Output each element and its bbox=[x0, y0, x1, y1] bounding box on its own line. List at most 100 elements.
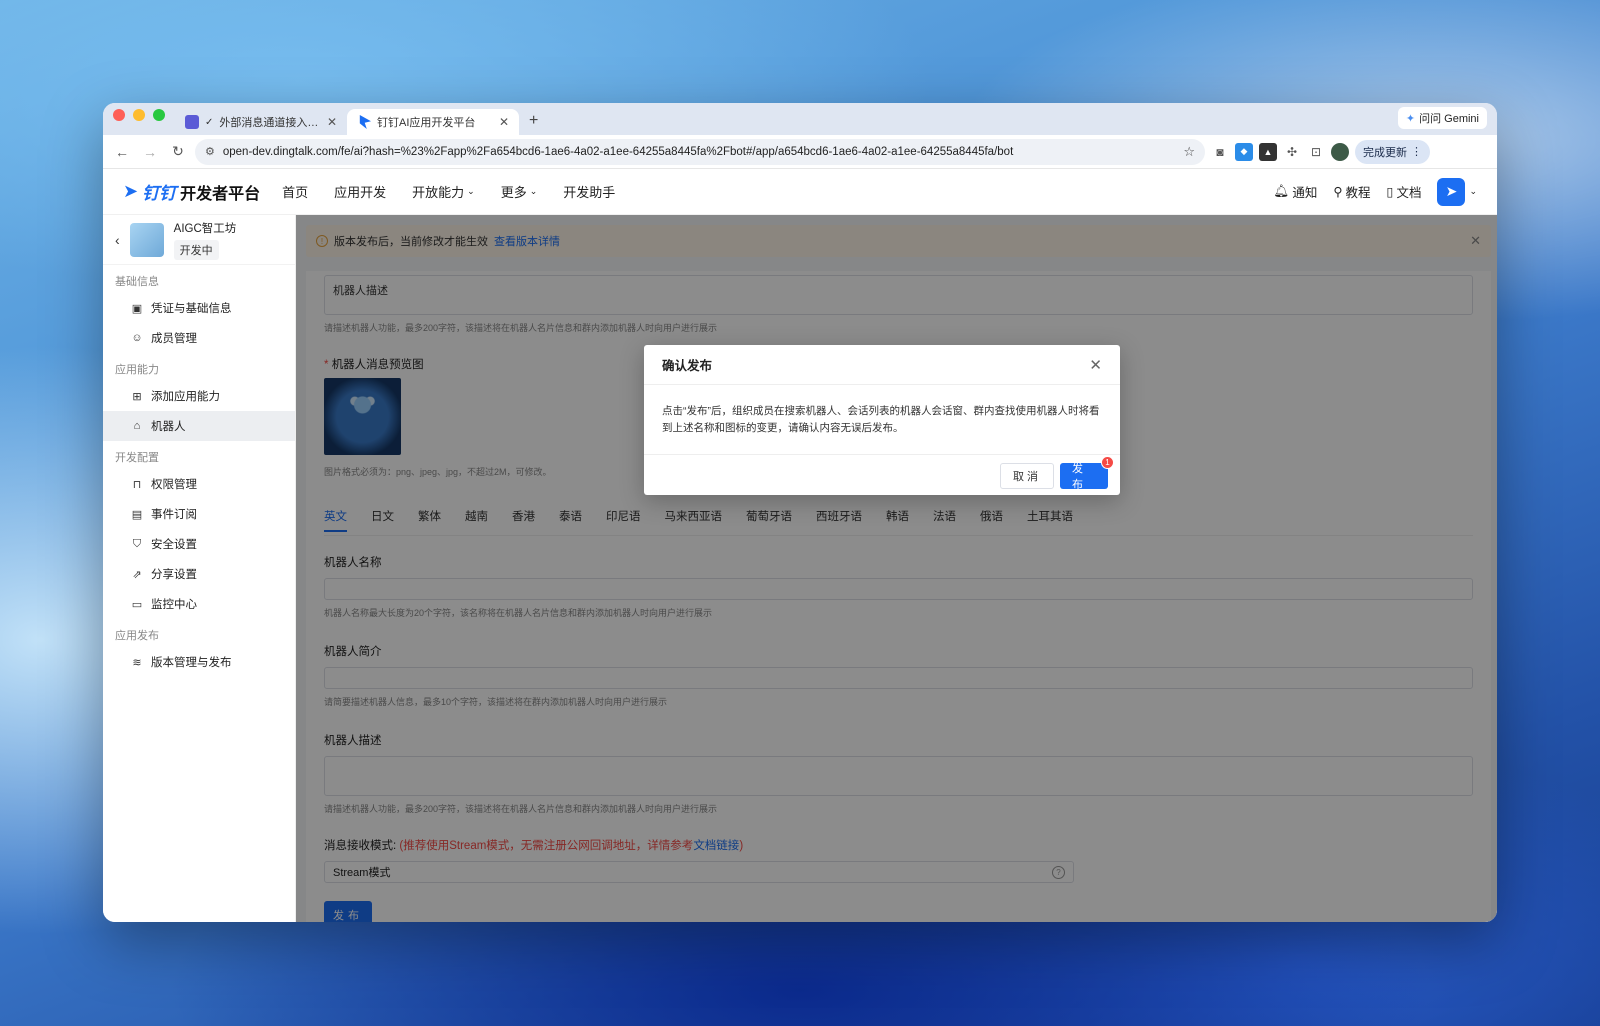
tab-prefix: ✓ bbox=[205, 116, 214, 128]
tutorial-link[interactable]: ⚲ 教程 bbox=[1333, 182, 1370, 201]
close-window-button[interactable] bbox=[113, 109, 125, 121]
sidebar-item-label: 分享设置 bbox=[151, 569, 197, 581]
tab-title: 外部消息通道接入配置指南 bbox=[219, 117, 321, 129]
tab-close-icon[interactable]: ✕ bbox=[499, 115, 509, 129]
extension-blue-icon[interactable]: ◆ bbox=[1235, 142, 1253, 161]
tab-favicon-icon bbox=[185, 115, 199, 129]
dingtalk-bird-icon: ➤ bbox=[123, 181, 139, 201]
app-info: AIGC智工坊 开发中 bbox=[173, 220, 237, 260]
sidebar-item-versions[interactable]: ≋ 版本管理与发布 bbox=[103, 647, 295, 677]
notifications-link[interactable]: 🔔︎ 通知 bbox=[1273, 182, 1317, 201]
minimize-window-button[interactable] bbox=[133, 109, 145, 121]
bookmark-star-icon[interactable]: ☆ bbox=[1183, 144, 1195, 160]
site-settings-icon[interactable]: ⚙ bbox=[205, 145, 215, 158]
layers-icon: ≋ bbox=[132, 656, 142, 669]
app-name: AIGC智工坊 bbox=[173, 222, 237, 235]
book-icon: ▯ bbox=[1386, 185, 1394, 199]
new-tab-button[interactable]: + bbox=[519, 112, 548, 135]
user-menu[interactable]: ➤ ⌄ bbox=[1437, 177, 1477, 206]
sidebar-item-label: 凭证与基础信息 bbox=[151, 303, 232, 315]
credential-icon: ▣ bbox=[131, 302, 143, 315]
modal-overlay[interactable] bbox=[296, 215, 1497, 922]
logo-mark: 钉钉 bbox=[142, 184, 177, 203]
confirm-publish-button[interactable]: 发布 1 bbox=[1060, 456, 1114, 491]
sidebar-item-label: 事件订阅 bbox=[151, 509, 197, 521]
nav-label: 开放能力 bbox=[412, 185, 465, 200]
dingtalk-logo[interactable]: ➤ 钉钉 开发者平台 bbox=[123, 179, 260, 204]
app-card: ‹ AIGC智工坊 开发中 bbox=[103, 215, 295, 265]
gemini-label: 问问 Gemini bbox=[1419, 113, 1479, 125]
sidebar-item-label: 成员管理 bbox=[151, 333, 197, 345]
tab-search-icon[interactable]: ⊡ bbox=[1307, 143, 1325, 161]
update-button[interactable]: 完成更新 ⋮ bbox=[1355, 139, 1430, 164]
reload-icon[interactable]: ↻ bbox=[167, 143, 189, 160]
top-navigation: 首页 应用开发 开放能力 ⌄ 更多 ⌄ 开发助手 bbox=[282, 182, 615, 201]
chevron-down-icon: ⌄ bbox=[467, 186, 475, 196]
shield-icon: ⛉ bbox=[132, 537, 142, 550]
user-icon: ☺ bbox=[131, 332, 143, 344]
back-chevron-icon[interactable]: ‹ bbox=[115, 232, 120, 248]
sidebar-item-add-capability[interactable]: ⊞ 添加应用能力 bbox=[103, 381, 295, 411]
address-toolbar: ← → ↻ ⚙ open-dev.dingtalk.com/fe/ai?hash… bbox=[103, 135, 1497, 169]
nav-group-publish: 应用发布 bbox=[115, 630, 159, 642]
sidebar-item-security[interactable]: ⛉ 安全设置 bbox=[103, 529, 295, 559]
dingtalk-favicon-icon bbox=[359, 115, 371, 129]
logo-text: 开发者平台 bbox=[180, 185, 261, 203]
modal-footer: 取消 发布 1 bbox=[644, 455, 1120, 497]
sidebar: ‹ AIGC智工坊 开发中 基础信息 ▣ 凭证与基础信息 ☺ 成员管理 应用能力 ⊞… bbox=[103, 215, 296, 922]
url-text: open-dev.dingtalk.com/fe/ai?hash=%23%2Fa… bbox=[222, 145, 1014, 158]
nav-group-dev-config: 开发配置 bbox=[115, 452, 159, 464]
back-arrow-icon[interactable]: ← bbox=[111, 144, 133, 160]
step-badge: 1 bbox=[1101, 456, 1114, 469]
sidebar-item-events[interactable]: ▤ 事件订阅 bbox=[103, 499, 295, 529]
chevron-down-icon: ⌄ bbox=[1469, 186, 1477, 196]
grid-add-icon: ⊞ bbox=[132, 390, 142, 403]
docs-label: 文档 bbox=[1396, 186, 1422, 200]
url-bar[interactable]: ⚙ open-dev.dingtalk.com/fe/ai?hash=%23%2… bbox=[195, 138, 1205, 165]
extensions-puzzle-icon[interactable]: ✣ bbox=[1283, 143, 1301, 161]
window-controls bbox=[103, 109, 175, 129]
maximize-window-button[interactable] bbox=[153, 109, 165, 121]
nav-label: 更多 bbox=[500, 185, 527, 200]
confirm-label: 发布 bbox=[1072, 463, 1086, 491]
sidebar-item-robot[interactable]: ⌂ 机器人 bbox=[103, 411, 295, 441]
cancel-button[interactable]: 取消 bbox=[1000, 463, 1054, 489]
browser-tab-dingtalk[interactable]: 钉钉AI应用开发平台 ✕ bbox=[347, 109, 519, 135]
sidebar-item-members[interactable]: ☺ 成员管理 bbox=[103, 323, 295, 353]
lock-icon: ⊓ bbox=[132, 478, 142, 491]
sidebar-item-monitor[interactable]: ▭ 监控中心 bbox=[103, 589, 295, 619]
main-content: ! 版本发布后，当前修改才能生效 查看版本详情 ✕ 机器人描述 请描述机器人功能… bbox=[296, 215, 1497, 922]
nav-more[interactable]: 更多 ⌄ bbox=[501, 182, 538, 201]
camera-icon[interactable]: ◙ bbox=[1211, 143, 1229, 161]
sidebar-item-permissions[interactable]: ⊓ 权限管理 bbox=[103, 469, 295, 499]
close-icon[interactable]: ✕ bbox=[1089, 356, 1102, 374]
sidebar-item-label: 添加应用能力 bbox=[151, 391, 220, 403]
modal-header: 确认发布 ✕ bbox=[644, 345, 1120, 385]
sidebar-item-share[interactable]: ⇗ 分享设置 bbox=[103, 559, 295, 589]
chevron-down-icon: ⌄ bbox=[529, 186, 538, 196]
user-avatar: ➤ bbox=[1437, 177, 1466, 206]
gemini-sparkle-icon: ✦ bbox=[1405, 112, 1416, 125]
forward-arrow-icon[interactable]: → bbox=[139, 144, 161, 160]
extension-dark-icon[interactable]: ▲ bbox=[1259, 142, 1277, 161]
profile-avatar[interactable] bbox=[1331, 142, 1349, 161]
update-label: 完成更新 bbox=[1363, 146, 1407, 159]
share-icon: ⇗ bbox=[132, 568, 142, 581]
nav-app-dev[interactable]: 应用开发 bbox=[334, 182, 386, 201]
bell-icon: 🔔︎ bbox=[1273, 184, 1290, 198]
nav-home[interactable]: 首页 bbox=[282, 182, 308, 201]
nav-dev-assistant[interactable]: 开发助手 bbox=[563, 182, 615, 201]
sidebar-item-label: 监控中心 bbox=[151, 599, 197, 611]
tab-bar: ✓ 外部消息通道接入配置指南 ✕ 钉钉AI应用开发平台 ✕ + ✦ 问问 Gem… bbox=[103, 103, 1497, 135]
tab-title: 钉钉AI应用开发平台 bbox=[377, 117, 476, 129]
browser-tab-guide[interactable]: ✓ 外部消息通道接入配置指南 ✕ bbox=[175, 109, 347, 135]
nav-open-capabilities[interactable]: 开放能力 ⌄ bbox=[412, 182, 475, 201]
tab-close-icon[interactable]: ✕ bbox=[327, 115, 337, 129]
nav-group-capabilities: 应用能力 bbox=[115, 364, 159, 376]
docs-link[interactable]: ▯ 文档 bbox=[1387, 182, 1422, 201]
sidebar-item-label: 版本管理与发布 bbox=[151, 657, 232, 669]
gemini-button[interactable]: ✦ 问问 Gemini bbox=[1397, 107, 1487, 129]
modal-title: 确认发布 bbox=[662, 359, 713, 373]
app-header: ➤ 钉钉 开发者平台 首页 应用开发 开放能力 ⌄ 更多 ⌄ 开发助手 🔔︎ 通知 ⚲… bbox=[103, 169, 1497, 215]
sidebar-item-credentials[interactable]: ▣ 凭证与基础信息 bbox=[103, 293, 295, 323]
